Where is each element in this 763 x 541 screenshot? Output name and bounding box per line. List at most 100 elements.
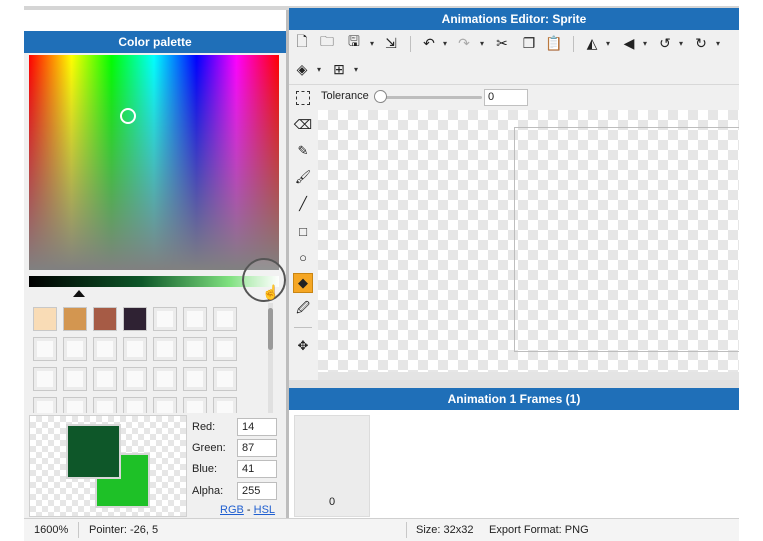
- flip-horizontal-icon[interactable]: ◭: [583, 34, 601, 52]
- pencil-icon[interactable]: ✎: [293, 141, 313, 161]
- save-dropdown-icon[interactable]: ▾: [370, 39, 374, 48]
- alpha-field[interactable]: 255: [237, 482, 277, 500]
- primary-color-swatch[interactable]: [66, 424, 121, 479]
- redo-icon[interactable]: ↷: [455, 34, 473, 52]
- export-icon[interactable]: ⇲: [382, 34, 400, 52]
- frames-title-bar: Animation 1 Frames (1): [289, 388, 739, 410]
- swatch-empty[interactable]: [93, 397, 117, 413]
- redo-dropdown-icon[interactable]: ▾: [480, 39, 484, 48]
- tool-divider: [294, 327, 312, 328]
- frames-title: Animation 1 Frames (1): [447, 392, 581, 406]
- swatch-3[interactable]: [93, 307, 117, 331]
- rotate-right-icon[interactable]: ↻: [692, 34, 710, 52]
- swatch-empty[interactable]: [93, 337, 117, 361]
- shade-slider-marker[interactable]: [73, 290, 85, 297]
- status-separator: [78, 522, 79, 538]
- rotate-right-dropdown-icon[interactable]: ▾: [716, 39, 720, 48]
- swatch-2[interactable]: [63, 307, 87, 331]
- swatch-empty[interactable]: [183, 367, 207, 391]
- flip-horizontal-dropdown-icon[interactable]: ▾: [606, 39, 610, 48]
- rgb-link[interactable]: RGB: [220, 504, 244, 516]
- swatch-empty[interactable]: [153, 397, 177, 413]
- undo-icon[interactable]: ↶: [420, 34, 438, 52]
- toolbar-divider: [410, 36, 411, 52]
- flip-vertical-dropdown-icon[interactable]: ▾: [643, 39, 647, 48]
- options-divider: [289, 84, 739, 85]
- swatch-empty[interactable]: [183, 397, 207, 413]
- sprite-canvas-frame[interactable]: [514, 127, 739, 352]
- cut-icon[interactable]: ✂: [493, 34, 511, 52]
- open-folder-icon[interactable]: 🗀: [318, 33, 336, 52]
- swatch-empty[interactable]: [93, 367, 117, 391]
- rectangle-icon[interactable]: □: [293, 221, 313, 241]
- brush-icon[interactable]: 🖌: [293, 167, 313, 187]
- toolbar-divider: [573, 36, 574, 52]
- canvas-horizontal-scrollbar[interactable]: [318, 372, 739, 380]
- swatch-empty[interactable]: [213, 307, 237, 331]
- red-field[interactable]: 14: [237, 418, 277, 436]
- color-picker-handle[interactable]: [120, 108, 136, 124]
- swatch-empty[interactable]: [213, 367, 237, 391]
- swatch-empty[interactable]: [213, 397, 237, 413]
- layers-icon[interactable]: ◈: [293, 60, 311, 78]
- size-readout: Size: 32x32: [416, 524, 474, 536]
- pointer-readout: Pointer: -26, 5: [89, 524, 159, 536]
- save-icon[interactable]: 🖫: [345, 33, 363, 52]
- swatch-empty[interactable]: [183, 337, 207, 361]
- move-icon[interactable]: ✥: [293, 336, 313, 356]
- swatch-empty[interactable]: [63, 397, 87, 413]
- status-separator: [406, 522, 407, 538]
- grid-dropdown-icon[interactable]: ▾: [354, 65, 358, 74]
- swatch-empty[interactable]: [33, 337, 57, 361]
- swatch-empty[interactable]: [153, 337, 177, 361]
- select-icon[interactable]: [296, 91, 310, 105]
- swatch-empty[interactable]: [63, 337, 87, 361]
- green-label: Green:: [192, 442, 226, 454]
- fill-bucket-icon[interactable]: ◆: [293, 273, 313, 293]
- swatch-empty[interactable]: [123, 397, 147, 413]
- blue-label: Blue:: [192, 463, 218, 475]
- ellipse-icon[interactable]: ○: [293, 247, 313, 267]
- swatch-4[interactable]: [123, 307, 147, 331]
- editor-title: Animations Editor: Sprite: [441, 12, 587, 26]
- swatch-empty[interactable]: [123, 367, 147, 391]
- mode-separator: -: [246, 504, 251, 516]
- new-file-icon[interactable]: 🗋: [293, 33, 311, 52]
- layers-dropdown-icon[interactable]: ▾: [317, 65, 321, 74]
- swatch-empty[interactable]: [123, 337, 147, 361]
- swatch-empty[interactable]: [153, 367, 177, 391]
- copy-icon[interactable]: ❐: [520, 34, 538, 52]
- tolerance-slider-thumb[interactable]: [374, 90, 387, 103]
- swatch-empty[interactable]: [213, 337, 237, 361]
- swatch-empty[interactable]: [33, 367, 57, 391]
- swatch-empty[interactable]: [183, 307, 207, 331]
- blue-field[interactable]: 41: [237, 460, 277, 478]
- tolerance-slider-track[interactable]: [378, 96, 482, 99]
- undo-dropdown-icon[interactable]: ▾: [443, 39, 447, 48]
- grid-icon[interactable]: ⊞: [330, 60, 348, 78]
- swatch-empty[interactable]: [153, 307, 177, 331]
- frames-splitter[interactable]: [289, 380, 739, 388]
- line-icon[interactable]: ╱: [293, 194, 313, 214]
- eraser-icon[interactable]: ⌫: [293, 115, 313, 135]
- rotate-left-dropdown-icon[interactable]: ▾: [679, 39, 683, 48]
- swatch-scrollbar-thumb[interactable]: [268, 308, 273, 350]
- flip-vertical-icon[interactable]: ◀: [620, 34, 638, 52]
- frame-index: 0: [328, 496, 336, 508]
- paste-icon[interactable]: 📋: [545, 34, 563, 52]
- green-field[interactable]: 87: [237, 439, 277, 457]
- swatch-1[interactable]: [33, 307, 57, 331]
- swatch-grid: [29, 303, 265, 413]
- export-format-readout: Export Format: PNG: [489, 524, 589, 536]
- tolerance-input[interactable]: 0: [484, 89, 528, 106]
- hsl-link[interactable]: HSL: [254, 504, 275, 516]
- alpha-label: Alpha:: [192, 485, 224, 497]
- swatch-empty[interactable]: [33, 397, 57, 413]
- red-label: Red:: [192, 421, 216, 433]
- swatch-empty[interactable]: [63, 367, 87, 391]
- rotate-left-icon[interactable]: ↺: [656, 34, 674, 52]
- zoom-readout: 1600%: [34, 524, 69, 536]
- color-spectrum[interactable]: [29, 55, 279, 270]
- eyedropper-icon[interactable]: 🖉: [293, 300, 313, 320]
- frame-thumbnail[interactable]: 0: [294, 415, 370, 517]
